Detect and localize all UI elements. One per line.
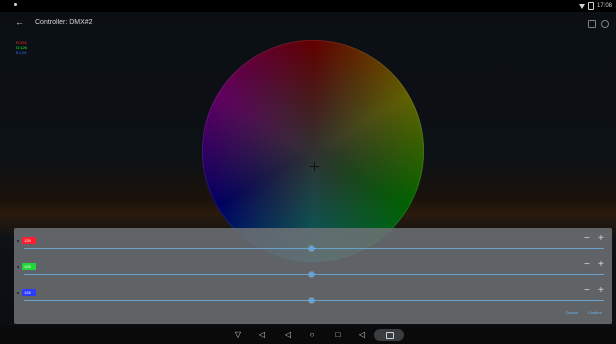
color-picker-crosshair-icon[interactable] [310, 162, 319, 171]
blue-slider-track[interactable] [24, 300, 604, 301]
wifi-icon [578, 3, 585, 9]
volume-down-icon[interactable]: ◁ [256, 329, 268, 341]
rgb-legend: R:255 G:126 B:126 [16, 40, 27, 55]
notification-dot-icon [14, 3, 17, 6]
app-bar: ← Controller: DMX#2 [0, 14, 616, 34]
battery-icon [587, 2, 594, 10]
rgb-adjust-panel: 126 − + 126 − + 126 − + Cancel Confirm [14, 228, 612, 324]
status-time: 17:08 [596, 3, 612, 9]
cancel-button[interactable]: Cancel [566, 310, 578, 315]
red-slider-track[interactable] [24, 248, 604, 249]
red-minus-icon[interactable]: − [584, 234, 590, 244]
green-plus-icon[interactable]: + [598, 260, 604, 270]
blue-slider-thumb[interactable] [308, 298, 314, 303]
blue-value-chip: 126 [22, 289, 36, 296]
save-icon[interactable] [588, 20, 596, 28]
panel-actions: Cancel Confirm [566, 310, 602, 315]
blue-row-dot-icon [17, 292, 19, 294]
settings-icon[interactable] [601, 20, 609, 28]
legend-b: B:126 [16, 50, 27, 55]
screen: 17:08 ← Controller: DMX#2 R:255 G:126 B:… [0, 0, 616, 344]
row-blue: 126 − + [14, 284, 612, 306]
row-red: 126 − + [14, 232, 612, 254]
confirm-button[interactable]: Confirm [588, 310, 602, 315]
volume-up-icon[interactable]: ◁ [356, 329, 368, 341]
green-row-dot-icon [17, 266, 19, 268]
red-value-chip: 126 [22, 237, 36, 244]
blue-plus-icon[interactable]: + [598, 286, 604, 296]
page-title: Controller: DMX#2 [35, 19, 93, 26]
green-minus-icon[interactable]: − [584, 260, 590, 270]
blue-minus-icon[interactable]: − [584, 286, 590, 296]
back-icon[interactable]: ← [15, 18, 24, 27]
screenshot-capture-icon[interactable] [374, 329, 404, 341]
red-slider-thumb[interactable] [308, 246, 314, 251]
status-right: 17:08 [578, 2, 612, 10]
status-bar: 17:08 [0, 0, 616, 12]
nav-back-icon[interactable]: ◁ [282, 329, 294, 341]
red-row-dot-icon [17, 240, 19, 242]
green-slider-track[interactable] [24, 274, 604, 275]
green-slider-thumb[interactable] [308, 272, 314, 277]
green-value-chip: 126 [22, 263, 36, 270]
nav-recents-icon[interactable]: □ [332, 329, 344, 341]
row-green: 126 − + [14, 258, 612, 280]
nav-collapse-icon[interactable]: ▽ [232, 329, 244, 341]
system-navbar: ▽ ◁ ◁ ○ □ ◁ [0, 326, 616, 344]
nav-home-icon[interactable]: ○ [306, 329, 318, 341]
red-plus-icon[interactable]: + [598, 234, 604, 244]
